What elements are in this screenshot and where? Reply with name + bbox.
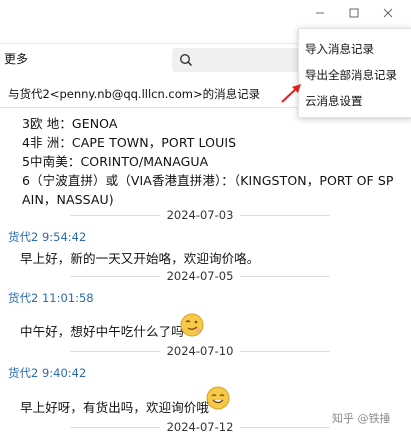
- arrow-icon: [281, 84, 301, 103]
- date-label: 2024-07-12: [166, 420, 234, 434]
- date-separator: 2024-07-05: [0, 269, 411, 283]
- smiley-icon: [180, 313, 204, 337]
- more-button[interactable]: 更多: [4, 50, 28, 67]
- menu-item-cloud-settings[interactable]: 云消息设置: [305, 93, 363, 109]
- smiley-icon: [206, 386, 230, 410]
- date-label: 2024-07-05: [166, 269, 234, 283]
- message-text: 中午好，想好中午吃什么了吗: [20, 324, 184, 339]
- sender-label: 货代2 9:40:42: [8, 366, 87, 380]
- search-input[interactable]: [198, 50, 298, 72]
- watermark: 知乎 @铁捶: [332, 412, 391, 425]
- maximize-icon[interactable]: [337, 3, 371, 23]
- message-text: 早上好呀，有货出吗，欢迎询价哦: [20, 400, 210, 415]
- sender-label: 货代2 11:01:58: [8, 291, 94, 305]
- close-icon[interactable]: [371, 3, 405, 23]
- minimize-icon[interactable]: [303, 3, 337, 23]
- message-text: 早上好，新的一天又开始咯，欢迎询价咯。: [20, 251, 260, 266]
- message-line: 6（宁波直拼）或（VIA香港直拼港）：（KINGSTON，PORT OF SP: [22, 173, 394, 188]
- search-icon: [179, 53, 193, 67]
- more-menu: 导入消息记录 导出全部消息记录 云消息设置: [298, 28, 411, 118]
- message-line: 3欧 地：GENOA: [22, 116, 118, 131]
- date-separator: 2024-07-03: [0, 208, 411, 222]
- message-line: AIN，NASSAU): [22, 192, 114, 207]
- sender-label: 货代2 9:54:42: [8, 230, 87, 244]
- search-box[interactable]: [172, 48, 302, 72]
- menu-item-export-all[interactable]: 导出全部消息记录: [305, 67, 397, 83]
- date-label: 2024-07-10: [166, 344, 234, 358]
- menu-item-import[interactable]: 导入消息记录: [305, 41, 374, 57]
- date-separator: 2024-07-10: [0, 344, 411, 358]
- date-label: 2024-07-03: [166, 208, 234, 222]
- window-controls: [303, 2, 405, 24]
- chat-title: 与货代2<penny.nb@qq.lllcn.com>的消息记录: [8, 87, 261, 101]
- message-line: 4非 洲：CAPE TOWN，PORT LOUIS: [22, 135, 237, 150]
- message-line: 5中南美：CORINTO/MANAGUA: [22, 154, 209, 169]
